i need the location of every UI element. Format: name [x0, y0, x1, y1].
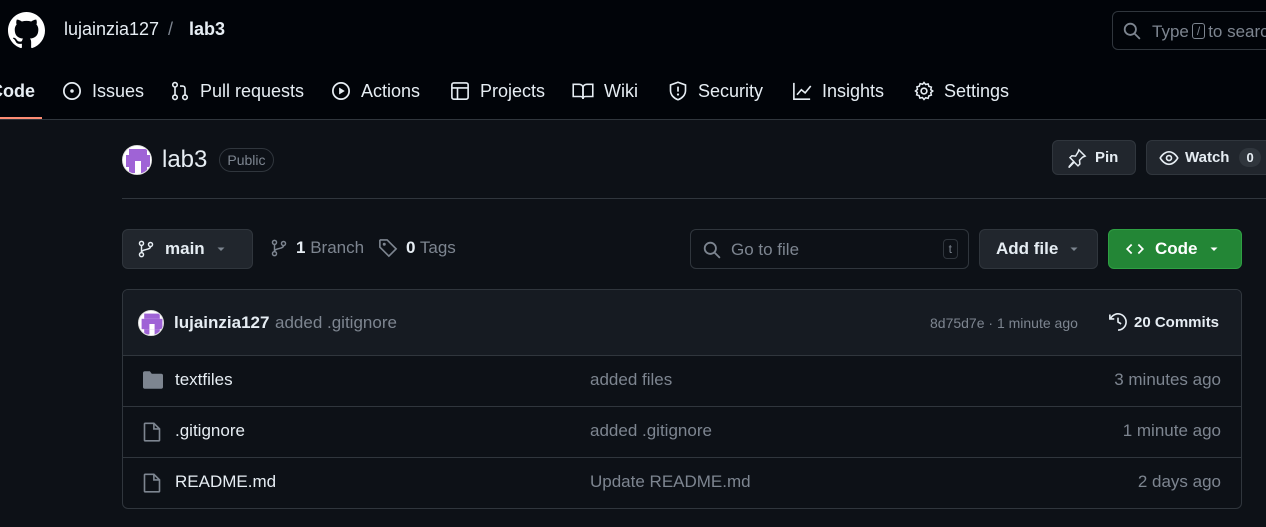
- tab-insights[interactable]: Insights: [792, 78, 884, 104]
- file-commit-message[interactable]: added files: [590, 370, 672, 390]
- file-icon: [143, 422, 161, 442]
- file-age: 1 minute ago: [1122, 421, 1221, 440]
- latest-commit-bar: lujainzia127 added .gitignore 8d75d7e · …: [123, 290, 1241, 356]
- search-icon: [703, 241, 721, 259]
- caret-down-icon: [217, 247, 225, 251]
- tab-code[interactable]: Code: [0, 78, 35, 104]
- tab-projects[interactable]: Projects: [450, 78, 545, 104]
- branch-label: Branch: [310, 238, 365, 257]
- breadcrumb-separator: /: [168, 19, 174, 39]
- tab-issues[interactable]: Issues: [62, 78, 144, 104]
- tab-settings[interactable]: Settings: [914, 78, 1009, 104]
- go-to-file-shortcut: t: [942, 239, 958, 259]
- identicon-avatar-icon: [139, 311, 163, 335]
- tab-security[interactable]: Security: [668, 78, 763, 104]
- file-name[interactable]: textfiles: [175, 370, 233, 390]
- branch-icon: [138, 240, 154, 258]
- watch-label: Watch: [1185, 149, 1230, 166]
- file-icon: [143, 473, 161, 493]
- branch-count: 1: [296, 238, 306, 257]
- tab-label: Pull requests: [200, 80, 305, 101]
- caret-down-icon: [1210, 247, 1217, 251]
- tab-label: Insights: [822, 80, 885, 101]
- file-age: 2 days ago: [1137, 472, 1221, 491]
- add-file-button[interactable]: Add file: [979, 229, 1098, 269]
- search-placeholder: Type/to search: [1152, 22, 1266, 41]
- play-icon: [332, 82, 350, 100]
- eye-icon: [1159, 150, 1179, 165]
- file-commit-message[interactable]: added .gitignore: [590, 421, 712, 441]
- commits-link[interactable]: 20 Commits: [1108, 312, 1219, 332]
- branch-name: main: [165, 239, 205, 258]
- pull-request-icon: [171, 81, 189, 101]
- code-button[interactable]: Code: [1108, 229, 1242, 269]
- tag-label: Tags: [419, 238, 456, 257]
- tab-label: Projects: [480, 80, 546, 101]
- breadcrumb-repo[interactable]: lab3: [189, 19, 225, 40]
- global-search-input[interactable]: Type/to search: [1112, 11, 1266, 50]
- graph-icon: [793, 82, 812, 100]
- tab-label: Settings: [944, 80, 1010, 101]
- tab-label: Actions: [361, 80, 421, 101]
- commit-message[interactable]: added .gitignore: [275, 313, 397, 333]
- avatar[interactable]: [138, 310, 164, 336]
- file-name[interactable]: .gitignore: [175, 421, 245, 441]
- history-icon: [1109, 313, 1127, 331]
- github-logo-icon[interactable]: [8, 12, 45, 49]
- tab-actions[interactable]: Actions: [331, 78, 420, 104]
- repo-name[interactable]: lab3: [162, 146, 207, 174]
- avatar[interactable]: [122, 145, 152, 175]
- breadcrumb-owner[interactable]: lujainzia127: [64, 19, 159, 40]
- pin-icon: [1068, 147, 1087, 168]
- file-row[interactable]: textfiles added files 3 minutes ago: [123, 356, 1241, 407]
- folder-icon: [143, 371, 163, 389]
- tab-label: Code: [0, 80, 35, 101]
- watch-button[interactable]: Watch 0: [1146, 140, 1266, 175]
- pin-button[interactable]: Pin: [1052, 140, 1136, 175]
- branch-select-button[interactable]: main: [122, 229, 253, 269]
- tab-label: Security: [698, 80, 764, 101]
- tab-label: Issues: [92, 80, 145, 101]
- tab-wiki[interactable]: Wiki: [572, 78, 638, 104]
- repo-nav-tabs: Code Issues Pull requests Actions Projec…: [0, 70, 1266, 120]
- commit-meta[interactable]: 8d75d7e · 1 minute ago: [930, 315, 1078, 331]
- file-age: 3 minutes ago: [1114, 370, 1221, 389]
- gear-icon: [914, 81, 934, 101]
- visibility-badge: Public: [219, 148, 274, 172]
- caret-down-icon: [1070, 247, 1078, 251]
- repo-title-bar: lab3 Public: [122, 144, 274, 176]
- file-row[interactable]: README.md Update README.md 2 days ago: [123, 458, 1241, 508]
- file-row[interactable]: .gitignore added .gitignore 1 minute ago: [123, 407, 1241, 458]
- tab-label: Wiki: [604, 80, 638, 101]
- book-icon: [572, 83, 594, 100]
- branch-icon: [271, 239, 287, 257]
- search-icon: [1123, 22, 1141, 40]
- file-commit-message[interactable]: Update README.md: [590, 472, 751, 492]
- code-icon: [1125, 243, 1145, 255]
- go-to-file-placeholder: Go to file: [731, 240, 800, 259]
- issue-icon: [63, 82, 81, 100]
- branches-link[interactable]: 1 Branch: [270, 238, 364, 258]
- code-label: Code: [1155, 239, 1198, 258]
- tags-link[interactable]: 0 Tags: [378, 238, 456, 258]
- add-file-label: Add file: [996, 239, 1059, 258]
- identicon-avatar-icon: [123, 146, 151, 174]
- commit-author[interactable]: lujainzia127: [174, 313, 269, 333]
- file-name[interactable]: README.md: [175, 472, 276, 492]
- pin-label: Pin: [1095, 149, 1119, 166]
- tab-pull-requests[interactable]: Pull requests: [170, 78, 304, 104]
- table-icon: [451, 82, 469, 100]
- divider: [122, 198, 1266, 199]
- shield-icon: [669, 81, 687, 101]
- go-to-file-input[interactable]: Go to file t: [690, 229, 969, 269]
- tag-icon: [379, 239, 398, 258]
- tag-count: 0: [406, 238, 416, 257]
- watch-count: 0: [1239, 148, 1261, 167]
- commits-label: 20 Commits: [1134, 313, 1220, 331]
- global-header: lujainzia127 / lab3 Type/to search Code …: [0, 0, 1266, 120]
- file-table: lujainzia127 added .gitignore 8d75d7e · …: [122, 289, 1242, 509]
- search-shortcut-key: /: [1191, 23, 1206, 39]
- active-tab-underline: [0, 117, 42, 119]
